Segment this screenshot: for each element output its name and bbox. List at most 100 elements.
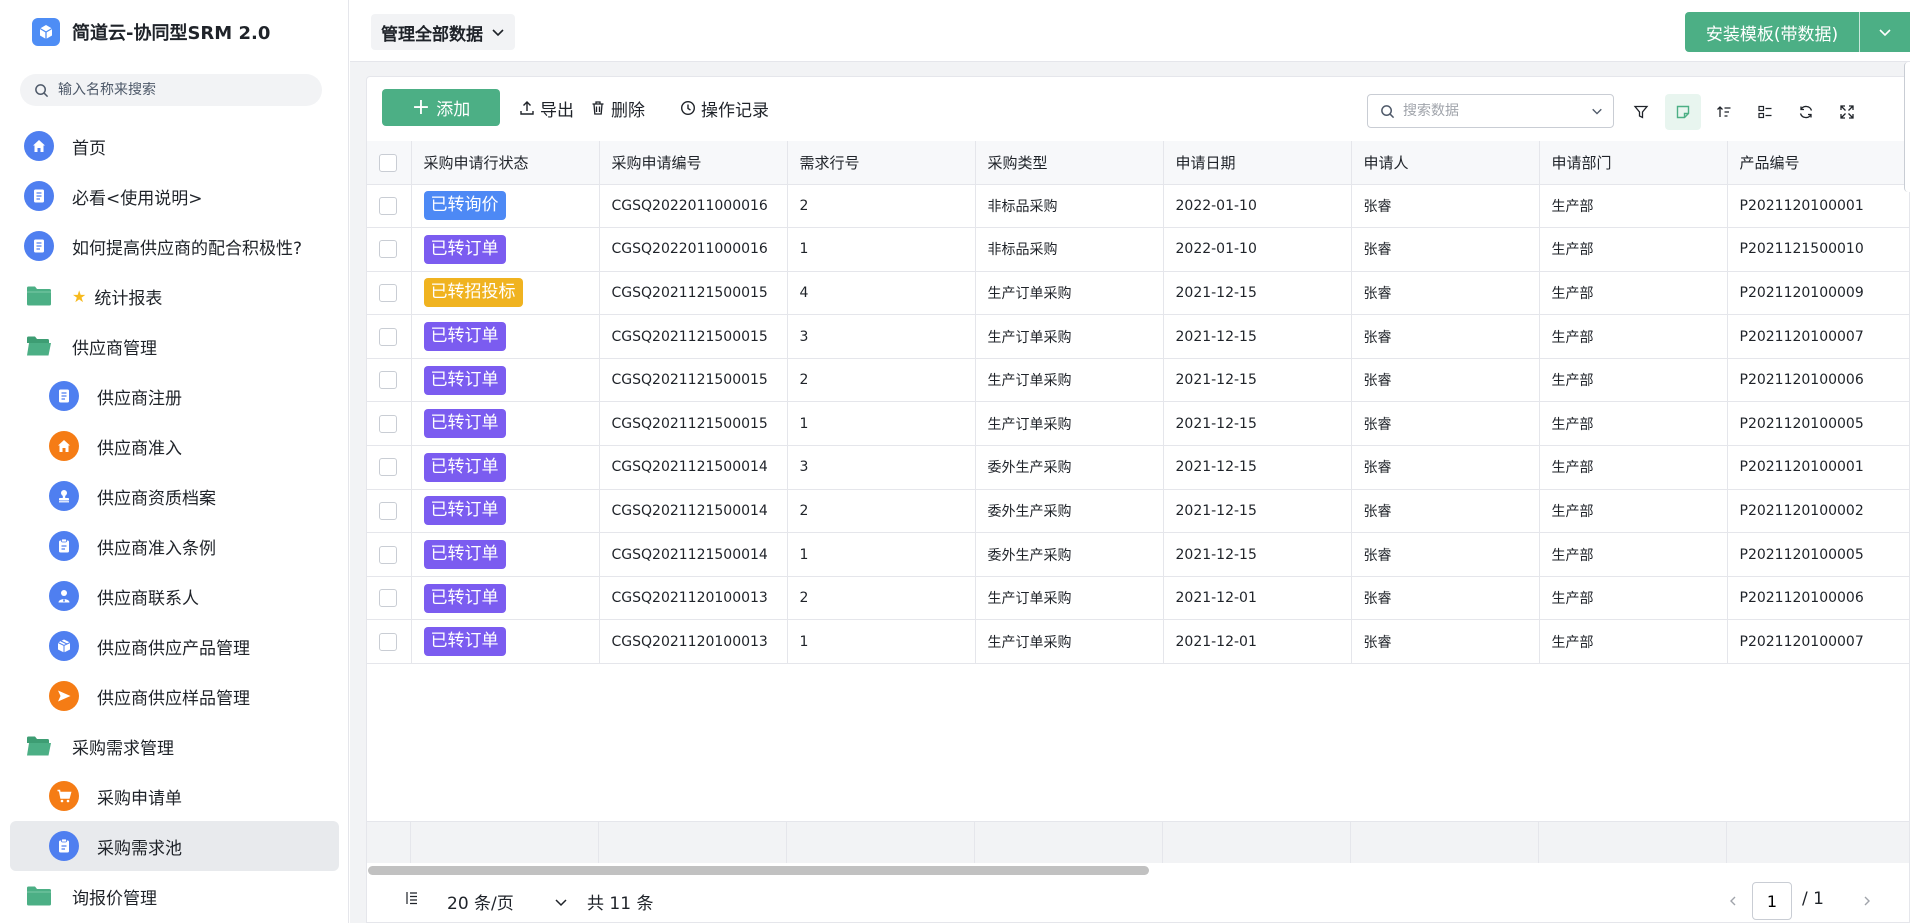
status-cell: 已转订单 — [411, 619, 600, 665]
table-row[interactable]: 已转订单 CGSQ2021121500014 1 委外生产采购 2021-12-15 张睿… — [367, 532, 1909, 577]
prev-page-button[interactable] — [1721, 889, 1745, 913]
table-row[interactable]: 已转招投标 CGSQ2021121500015 4 生产订单采购 2021-12-15 张… — [367, 271, 1909, 316]
row-checkbox[interactable] — [379, 414, 397, 433]
operation-log-button[interactable]: 操作记录 — [680, 95, 769, 121]
side-panel-edge[interactable] — [1904, 62, 1910, 192]
table-row[interactable]: 已转订单 CGSQ2021121500015 2 生产订单采购 2021-12-15 张睿… — [367, 358, 1909, 403]
cell-date: 2021-12-15 — [1163, 445, 1352, 490]
row-checkbox[interactable] — [379, 371, 397, 390]
sidebar-item[interactable]: 采购需求管理 — [0, 721, 349, 771]
delete-button[interactable]: 删除 — [590, 95, 645, 121]
column-header[interactable]: 申请部门 — [1539, 141, 1728, 185]
table-header-row: 采购申请行状态 采购申请编号 需求行号 采购类型 申请日期 申请人 申请部门 产品编号 — [367, 141, 1909, 185]
column-header[interactable]: 产品编号 — [1727, 141, 1909, 185]
table-row[interactable]: 已转订单 CGSQ2021121500014 3 委外生产采购 2021-12-15 张睿… — [367, 445, 1909, 490]
sidebar-item[interactable]: 首页 — [0, 121, 349, 171]
next-page-button[interactable] — [1855, 889, 1879, 913]
sidebar-item[interactable]: 采购申请单 — [0, 771, 349, 821]
status-cell: 已转订单 — [411, 358, 600, 403]
page-size-select[interactable]: 20 条/页 — [447, 889, 568, 914]
cart-icon — [49, 781, 79, 811]
sidebar-item-label: 供应商资质档案 — [97, 484, 216, 509]
column-header[interactable]: 申请日期 — [1163, 141, 1352, 185]
sidebar-item[interactable]: 供应商联系人 — [0, 571, 349, 621]
horizontal-scrollbar[interactable] — [367, 863, 1909, 877]
sidebar-search-input[interactable] — [58, 82, 308, 98]
column-header[interactable]: 申请人 — [1351, 141, 1540, 185]
refresh-button[interactable] — [1788, 94, 1824, 130]
install-options-dropdown[interactable] — [1860, 25, 1910, 39]
sidebar-item[interactable]: ★ 统计报表 — [0, 271, 349, 321]
sticky-note-button[interactable] — [1665, 94, 1701, 130]
sidebar-item[interactable]: 供应商管理 — [0, 321, 349, 371]
install-template-button[interactable]: 安装模板(带数据) — [1685, 12, 1910, 52]
sidebar-nav: 首页 必看<使用说明> 如何提高供应商的配合积极性? ★ 统计报表 供应商管理 供应商注册供… — [0, 121, 349, 921]
table-row[interactable]: 已转询价 CGSQ2022011000016 2 非标品采购 2022-01-10 张睿生… — [367, 184, 1909, 229]
column-header[interactable]: 采购申请编号 — [599, 141, 788, 185]
select-all-checkbox[interactable] — [379, 153, 397, 172]
sort-button[interactable] — [1706, 94, 1742, 130]
sidebar-item[interactable]: 供应商供应产品管理 — [0, 621, 349, 671]
export-button[interactable]: 导出 — [519, 95, 574, 121]
table-row[interactable]: 已转订单 CGSQ2021120100013 2 生产订单采购 2021-12-01 张睿… — [367, 576, 1909, 621]
data-search-input[interactable] — [1403, 103, 1578, 119]
row-checkbox[interactable] — [379, 632, 397, 651]
list-layout-icon — [1758, 105, 1772, 119]
row-checkbox[interactable] — [379, 501, 397, 520]
search-icon — [1381, 104, 1395, 118]
cell-code: CGSQ2021120100013 — [599, 619, 788, 665]
box-icon — [49, 631, 79, 661]
current-page-input[interactable] — [1752, 882, 1792, 920]
column-header[interactable]: 需求行号 — [787, 141, 976, 185]
cell-code: CGSQ2021121500015 — [599, 314, 788, 359]
row-checkbox[interactable] — [379, 240, 397, 259]
cell-date: 2022-01-10 — [1163, 184, 1352, 229]
sidebar-item-text: 供应商供应样品管理 — [97, 688, 250, 709]
sidebar-item[interactable]: 供应商注册 — [0, 371, 349, 421]
row-checkbox[interactable] — [379, 589, 397, 608]
sidebar-item[interactable]: 询报价管理 — [0, 871, 349, 921]
table-row[interactable]: 已转订单 CGSQ2021121500015 3 生产订单采购 2021-12-15 张睿… — [367, 314, 1909, 359]
scrollbar-thumb[interactable] — [368, 866, 1149, 875]
row-checkbox[interactable] — [379, 283, 397, 302]
cell-product: P2021120100005 — [1727, 532, 1909, 577]
sidebar-item-label: 采购需求池 — [97, 834, 182, 859]
sidebar-item[interactable]: 供应商准入 — [0, 421, 349, 471]
row-checkbox[interactable] — [379, 327, 397, 346]
cell-product: P2021120100002 — [1727, 489, 1909, 534]
table-summary-row — [367, 821, 1909, 864]
sidebar-item[interactable]: 供应商供应样品管理 — [0, 671, 349, 721]
export-label: 导出 — [540, 100, 574, 121]
sidebar-item[interactable]: 供应商准入条例 — [0, 521, 349, 571]
add-button[interactable]: + 添加 — [382, 89, 500, 126]
sidebar-item[interactable]: 供应商资质档案 — [0, 471, 349, 521]
sidebar-item-label: 供应商准入 — [97, 434, 182, 459]
row-checkbox[interactable] — [379, 545, 397, 564]
row-checkbox[interactable] — [379, 458, 397, 477]
sidebar-item[interactable]: 如何提高供应商的配合积极性? — [0, 221, 349, 271]
column-header[interactable]: 采购类型 — [975, 141, 1164, 185]
data-scope-dropdown[interactable]: 管理全部数据 — [371, 14, 515, 50]
table-row[interactable]: 已转订单 CGSQ2021121500014 2 委外生产采购 2021-12-15 张睿… — [367, 489, 1909, 534]
cell-applicant: 张睿 — [1351, 184, 1540, 229]
sidebar-search[interactable] — [20, 74, 322, 106]
column-header[interactable]: 采购申请行状态 — [411, 141, 600, 185]
sidebar-item-label: 询报价管理 — [72, 884, 157, 909]
table-row[interactable]: 已转订单 CGSQ2021120100013 1 生产订单采购 2021-12-01 张睿… — [367, 619, 1909, 665]
table-row[interactable]: 已转订单 CGSQ2021121500015 1 生产订单采购 2021-12-15 张睿… — [367, 401, 1909, 447]
row-height-button[interactable] — [1747, 94, 1783, 130]
table-row[interactable]: 已转订单 CGSQ2022011000016 1 非标品采购 2022-01-10 张睿生… — [367, 227, 1909, 272]
sidebar-item[interactable]: 采购需求池 — [10, 821, 339, 871]
filter-button[interactable] — [1623, 94, 1659, 130]
row-checkbox[interactable] — [379, 196, 397, 215]
sort-icon — [1717, 106, 1731, 117]
cell-dept: 生产部 — [1539, 619, 1728, 665]
fullscreen-button[interactable] — [1829, 94, 1865, 130]
chevron-down-icon[interactable] — [1591, 105, 1603, 117]
cell-line: 1 — [787, 619, 976, 665]
delete-label: 删除 — [611, 100, 645, 121]
cell-date: 2021-12-01 — [1163, 576, 1352, 621]
status-badge: 已转订单 — [423, 496, 506, 526]
sidebar-item[interactable]: 必看<使用说明> — [0, 171, 349, 221]
data-search[interactable] — [1367, 94, 1614, 128]
